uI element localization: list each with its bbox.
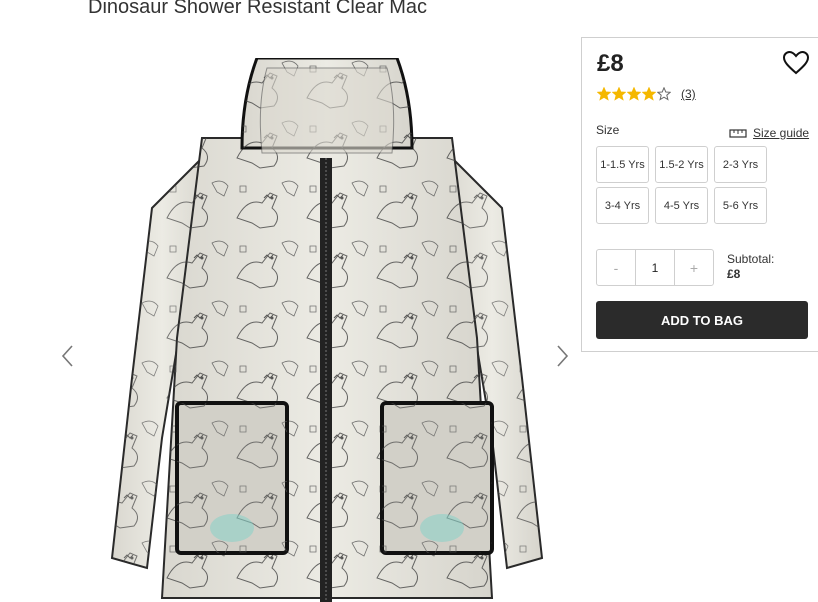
star-filled-icon xyxy=(642,87,656,101)
star-filled-icon xyxy=(612,87,626,101)
subtotal: Subtotal: £8 xyxy=(727,252,774,282)
star-empty-icon xyxy=(657,87,671,101)
review-count-link[interactable]: (3) xyxy=(681,87,696,101)
ruler-icon xyxy=(729,129,747,138)
star-filled-icon xyxy=(597,87,611,101)
product-image xyxy=(110,58,544,602)
buy-panel: £8 (3) Size Size guide 1-1.5 Yrs 1.5-2 Y… xyxy=(581,37,818,352)
subtotal-value: £8 xyxy=(727,267,741,281)
size-option[interactable]: 5-6 Yrs xyxy=(714,187,767,224)
quantity-input[interactable]: 1 xyxy=(635,250,675,285)
size-option[interactable]: 4-5 Yrs xyxy=(655,187,708,224)
star-filled-icon xyxy=(627,87,641,101)
size-label: Size xyxy=(596,123,620,137)
product-price: £8 xyxy=(597,50,624,77)
size-option[interactable]: 2-3 Yrs xyxy=(714,146,767,183)
size-options: 1-1.5 Yrs 1.5-2 Yrs 2-3 Yrs 3-4 Yrs 4-5 … xyxy=(596,146,771,224)
chevron-right-icon[interactable] xyxy=(552,342,572,370)
size-option[interactable]: 1.5-2 Yrs xyxy=(655,146,708,183)
product-title: Dinosaur Shower Resistant Clear Mac xyxy=(88,0,428,18)
rating-stars xyxy=(597,87,671,101)
size-guide-label: Size guide xyxy=(753,126,810,140)
heart-icon[interactable] xyxy=(782,50,810,76)
add-to-bag-button[interactable]: ADD TO BAG xyxy=(596,301,808,339)
size-guide-link[interactable]: Size guide xyxy=(729,126,809,140)
quantity-stepper: - 1 + xyxy=(596,249,714,286)
quantity-decrease-button[interactable]: - xyxy=(597,250,635,285)
size-option[interactable]: 3-4 Yrs xyxy=(596,187,649,224)
quantity-increase-button[interactable]: + xyxy=(675,250,713,285)
subtotal-label: Subtotal: xyxy=(727,252,775,266)
size-option[interactable]: 1-1.5 Yrs xyxy=(596,146,649,183)
product-gallery xyxy=(0,30,580,602)
product-rating[interactable]: (3) xyxy=(597,87,696,101)
chevron-left-icon[interactable] xyxy=(58,342,78,370)
